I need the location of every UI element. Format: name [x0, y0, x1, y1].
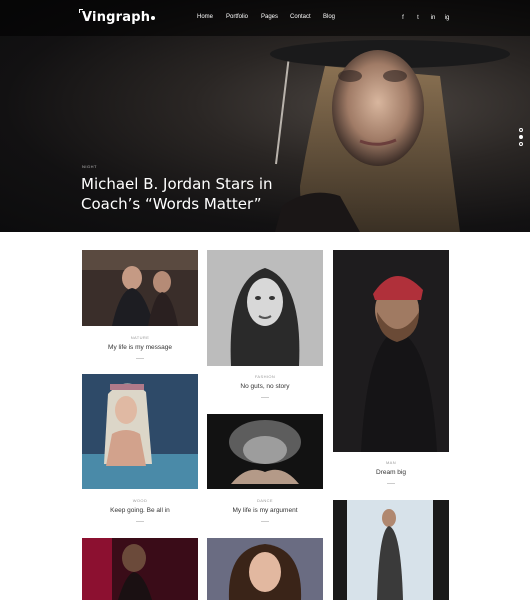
post-image[interactable]	[82, 250, 198, 326]
post-image[interactable]	[82, 538, 198, 600]
post-category[interactable]: MAN	[333, 460, 449, 465]
slider-dot[interactable]	[519, 128, 523, 132]
post-image[interactable]	[207, 250, 323, 366]
post-image[interactable]	[82, 374, 198, 489]
divider	[261, 397, 269, 398]
hero-title[interactable]: Michael B. Jordan Stars in Coach’s “Word…	[81, 174, 301, 214]
nav-item-blog[interactable]: Blog	[323, 14, 335, 20]
post-category[interactable]: DANCE	[207, 498, 323, 503]
instagram-icon[interactable]: ig	[442, 13, 452, 23]
nav-item-portfolio[interactable]: Portfolio	[226, 14, 248, 20]
post-category[interactable]: FASHION	[207, 374, 323, 379]
post-title[interactable]: No guts, no story	[207, 383, 323, 390]
post-image[interactable]	[207, 414, 323, 489]
site-header: Vingraph Home Portfolio Pages Contact Bl…	[0, 0, 530, 36]
post-image[interactable]	[207, 538, 323, 600]
divider	[136, 521, 144, 522]
linkedin-icon[interactable]: in	[428, 13, 438, 23]
twitter-icon[interactable]: t	[413, 13, 423, 23]
hero-category[interactable]: NIGHT	[82, 164, 97, 169]
slider-dot[interactable]	[519, 142, 523, 146]
post-category[interactable]: NATURE	[82, 335, 198, 340]
hero-slider: Vingraph Home Portfolio Pages Contact Bl…	[0, 0, 530, 232]
divider	[136, 358, 144, 359]
post-card: FASHION No guts, no story	[207, 250, 323, 400]
post-image[interactable]	[333, 250, 449, 452]
post-card: DANCE My life is my argument	[207, 414, 323, 524]
post-image[interactable]	[333, 500, 449, 600]
divider	[261, 521, 269, 522]
facebook-icon[interactable]: f	[398, 13, 408, 23]
post-title[interactable]: Keep going. Be all in	[82, 507, 198, 514]
nav-item-pages[interactable]: Pages	[261, 14, 278, 20]
post-title[interactable]: My life is my message	[82, 344, 198, 351]
divider	[387, 483, 395, 484]
post-card: WOOD Keep going. Be all in	[82, 374, 198, 524]
post-card	[82, 538, 198, 600]
post-category[interactable]: WOOD	[82, 498, 198, 503]
post-card	[207, 538, 323, 600]
nav-item-home[interactable]: Home	[197, 14, 213, 20]
nav-item-contact[interactable]: Contact	[290, 14, 311, 20]
post-title[interactable]: My life is my argument	[207, 507, 323, 514]
post-title[interactable]: Dream big	[333, 469, 449, 476]
slider-dot-active[interactable]	[519, 135, 523, 139]
post-card: MAN Dream big	[333, 250, 449, 486]
post-card	[333, 500, 449, 600]
slider-pagination	[519, 128, 525, 149]
post-card: NATURE My life is my message	[82, 250, 198, 362]
